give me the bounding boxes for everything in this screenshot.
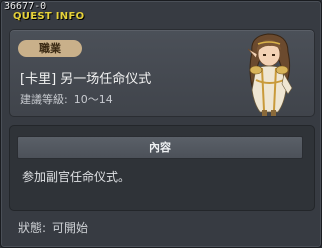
content-header: 內容 bbox=[17, 136, 303, 159]
quest-info-panel: 職業 [卡里] 另一场任命仪式 建議等級: 10～14 bbox=[9, 29, 315, 117]
level-value: 10～14 bbox=[73, 93, 113, 106]
status-label: 狀態: bbox=[18, 221, 47, 235]
recommended-level: 建議等級: 10～14 bbox=[20, 93, 119, 107]
job-badge: 職業 bbox=[18, 40, 82, 57]
quest-status: 狀態: 可開始 bbox=[18, 221, 94, 236]
quest-info-window: 36677-0 QUEST INFO 職業 [卡里] 另一场任命仪式 建議等級:… bbox=[0, 0, 322, 248]
npc-portrait-icon bbox=[247, 33, 293, 116]
status-value: 可開始 bbox=[52, 221, 89, 235]
content-text: 参加副官任命仪式。 bbox=[22, 170, 131, 184]
content-panel: 內容 参加副官任命仪式。 bbox=[9, 125, 315, 211]
window-title: QUEST INFO bbox=[13, 11, 85, 22]
level-label: 建議等級: bbox=[20, 93, 68, 106]
quest-name: [卡里] 另一场任命仪式 bbox=[20, 72, 152, 87]
title-bar[interactable]: 36677-0 QUEST INFO bbox=[1, 1, 322, 23]
